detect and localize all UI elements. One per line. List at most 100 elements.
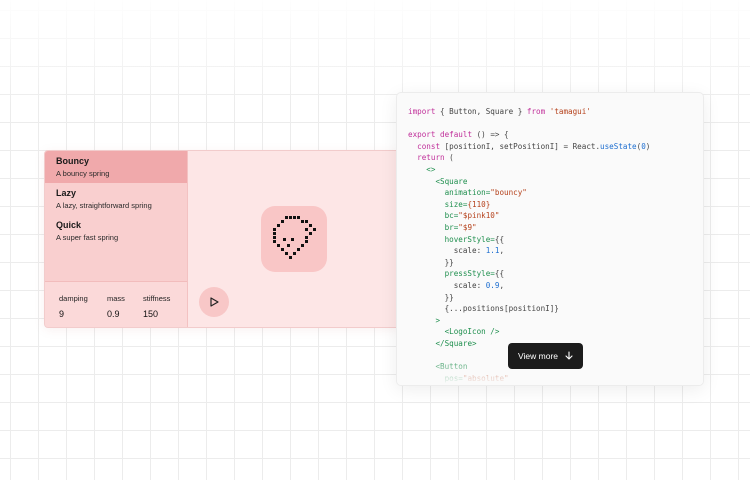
code-token: bc= — [444, 211, 459, 221]
code-token: {{ — [494, 234, 505, 244]
animation-preview — [187, 151, 400, 327]
code-line: bc="$pink10" — [408, 210, 650, 222]
code-token: 0.9 — [485, 280, 500, 290]
code-token: <LogoIcon /> — [444, 327, 500, 337]
code-line: return ( — [408, 152, 650, 164]
tamagui-logo-icon — [273, 216, 316, 259]
param-damping: damping 9 — [59, 294, 88, 319]
code-line: const [positionI, setPositionI] = React.… — [408, 141, 650, 153]
param-label: mass — [107, 294, 125, 303]
code-token: , — [499, 280, 505, 290]
code-token: default — [440, 130, 473, 140]
arrow-down-icon — [565, 351, 573, 360]
spring-params: damping 9 mass 0.9 stiffness 150 — [45, 281, 187, 327]
code-snippet-card: import { Button, Square } from 'tamagui'… — [396, 92, 704, 386]
code-token: br= — [444, 222, 459, 232]
code-line: {...positions[positionI]} — [408, 303, 650, 315]
code-line: size={110} — [408, 199, 650, 211]
play-button[interactable] — [199, 287, 229, 317]
code-token: }} — [408, 292, 454, 302]
code-token: "$9" — [458, 222, 477, 232]
param-stiffness: stiffness 150 — [143, 294, 170, 319]
code-token: > — [435, 315, 441, 325]
code-line: }} — [408, 292, 650, 304]
code-token: () => { — [472, 130, 509, 140]
code-token: size= — [444, 199, 468, 209]
view-more-label: View more — [518, 351, 558, 361]
code-token: { Button, Square } — [435, 107, 527, 116]
code-token: "$pink10" — [458, 211, 500, 221]
option-title: Quick — [56, 220, 82, 230]
option-description: A lazy, straightforward spring — [56, 201, 152, 210]
option-title: Bouncy — [56, 156, 90, 166]
code-line: pressStyle={{ — [408, 268, 650, 280]
option-description: A bouncy spring — [56, 169, 110, 178]
code-line: br="$9" — [408, 222, 650, 234]
option-description: A super fast spring — [56, 233, 119, 242]
code-token: {{ — [494, 269, 505, 279]
code-line: hoverStyle={{ — [408, 234, 650, 246]
code-line: animation="bouncy" — [408, 187, 650, 199]
code-token: hoverStyle= — [444, 234, 495, 244]
code-line: <LogoIcon /> — [408, 326, 650, 338]
param-value: 0.9 — [107, 309, 120, 319]
code-token: "bouncy" — [490, 188, 527, 198]
code-token: animation= — [444, 188, 491, 198]
animation-options-panel: Bouncy A bouncy spring Lazy A lazy, stra… — [45, 151, 188, 327]
param-value: 150 — [143, 309, 159, 319]
code-token: [positionI, setPositionI] = React. — [440, 141, 601, 151]
code-line: scale: 1.1, — [408, 245, 650, 257]
code-token: pressStyle= — [444, 269, 495, 279]
code-line: import { Button, Square } from 'tamagui' — [408, 106, 650, 118]
option-title: Lazy — [56, 188, 77, 198]
animation-option-bouncy[interactable]: Bouncy A bouncy spring — [45, 151, 187, 183]
animation-option-quick[interactable]: Quick A super fast spring — [45, 215, 187, 247]
code-token: 1.1 — [485, 246, 500, 256]
code-token: ) — [645, 141, 651, 151]
code-token: const — [417, 141, 441, 151]
code-token: export — [408, 130, 436, 140]
play-icon — [210, 297, 219, 307]
code-line: <> — [408, 164, 650, 176]
code-line: export default () => { — [408, 129, 650, 141]
code-token: ( — [444, 153, 454, 163]
param-label: damping — [59, 294, 88, 303]
code-token: }} — [408, 257, 454, 267]
code-token: {110} — [467, 199, 491, 209]
code-token: 'tamagui' — [549, 107, 591, 116]
code-token: <Square — [435, 176, 468, 186]
param-value: 9 — [59, 309, 65, 319]
code-token: import — [408, 107, 436, 116]
code-token: return — [417, 153, 445, 163]
code-line: > — [408, 315, 650, 327]
param-mass: mass 0.9 — [107, 294, 125, 319]
code-token: useState — [600, 141, 637, 151]
code-token: {...positions[positionI]} — [408, 304, 559, 314]
animated-square[interactable] — [261, 206, 327, 272]
animation-demo-card: Bouncy A bouncy spring Lazy A lazy, stra… — [44, 150, 401, 328]
code-token: from — [526, 107, 546, 116]
code-token: <> — [426, 164, 436, 174]
code-line: }} — [408, 257, 650, 269]
code-token: scale: — [408, 246, 486, 256]
animation-option-lazy[interactable]: Lazy A lazy, straightforward spring — [45, 183, 187, 215]
view-more-button[interactable]: View more — [508, 343, 583, 369]
code-line: scale: 0.9, — [408, 280, 650, 292]
param-label: stiffness — [143, 294, 171, 303]
code-token: </Square> — [435, 338, 477, 348]
code-token: scale: — [408, 280, 486, 290]
